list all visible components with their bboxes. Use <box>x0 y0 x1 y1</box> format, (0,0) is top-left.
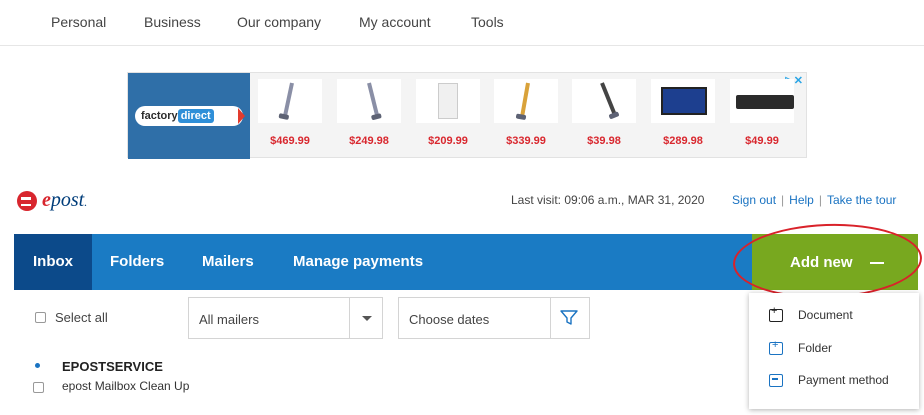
nav-our-company[interactable]: Our company <box>237 14 321 30</box>
epost-wordmark: epost. <box>42 189 88 211</box>
media-box-image <box>730 79 794 123</box>
nav-my-account[interactable]: My account <box>359 14 431 30</box>
stick-vacuum-image <box>337 79 401 123</box>
select-all-label: Select all <box>55 310 108 325</box>
product-vacuum-4[interactable]: $39.98 <box>568 79 640 155</box>
select-all-checkbox[interactable] <box>35 312 46 323</box>
logo-arrow-icon <box>238 108 245 124</box>
select-all-control[interactable]: Select all <box>35 310 108 325</box>
stick-vacuum-image <box>258 79 322 123</box>
menu-item-payment-method[interactable]: Payment method <box>749 366 919 396</box>
menu-item-label: Folder <box>798 341 833 355</box>
link-separator: | <box>818 193 822 207</box>
product-vacuum-1[interactable]: $469.99 <box>254 79 326 155</box>
logo-text-direct: direct <box>177 109 214 123</box>
product-price: $339.99 <box>506 135 546 147</box>
filter-funnel-icon[interactable] <box>560 310 578 326</box>
product-price: $39.98 <box>587 135 621 147</box>
canada-post-icon <box>17 191 37 211</box>
chevron-down-icon[interactable] <box>362 316 372 321</box>
date-divider <box>550 298 551 338</box>
product-price: $289.98 <box>663 135 703 147</box>
help-link[interactable]: Help <box>789 193 814 207</box>
add-new-menu: Document Folder Payment method <box>749 293 919 409</box>
inbox-item-sender[interactable]: EPOSTSERVICE <box>62 359 163 374</box>
menu-item-label: Document <box>798 308 853 322</box>
menu-item-document[interactable]: Document <box>749 301 919 331</box>
product-vacuum-3[interactable]: $339.99 <box>490 79 562 155</box>
document-add-icon <box>769 305 783 322</box>
nav-tools[interactable]: Tools <box>471 14 504 30</box>
tab-folders[interactable]: Folders <box>110 234 164 290</box>
inbox-item-checkbox[interactable] <box>33 382 44 393</box>
take-the-tour-link[interactable]: Take the tour <box>827 193 896 207</box>
mailers-dropdown[interactable]: All mailers <box>188 297 383 339</box>
product-price: $249.98 <box>349 135 389 147</box>
last-visit-text: Last visit: 09:06 a.m., MAR 31, 2020 <box>511 193 705 207</box>
payment-card-icon <box>769 374 783 387</box>
tab-mailers[interactable]: Mailers <box>202 234 254 290</box>
advertisement-banner[interactable]: factory direct ▷✕ $469.99 $249.98 $209.99… <box>127 72 807 159</box>
mailers-dropdown-value: All mailers <box>199 312 259 327</box>
sign-out-link[interactable]: Sign out <box>732 193 776 207</box>
top-navigation: Personal Business Our company My account… <box>0 0 924 46</box>
inbox-item-subject[interactable]: epost Mailbox Clean Up <box>62 379 189 393</box>
menu-item-folder[interactable]: Folder <box>749 334 919 364</box>
product-media-box[interactable]: $49.99 <box>726 79 798 155</box>
factory-direct-logo[interactable]: factory direct <box>128 73 250 159</box>
product-price: $209.99 <box>428 135 468 147</box>
logo-text-factory: factory <box>141 110 178 122</box>
main-tab-bar: Inbox Folders Mailers Manage payments <box>14 234 752 290</box>
product-price: $469.99 <box>270 135 310 147</box>
product-vacuum-2[interactable]: $249.98 <box>333 79 405 155</box>
tab-manage-payments[interactable]: Manage payments <box>293 234 423 290</box>
nav-business[interactable]: Business <box>144 14 201 30</box>
television-image <box>651 79 715 123</box>
stick-vacuum-image <box>572 79 636 123</box>
stick-vacuum-image <box>494 79 558 123</box>
epost-page: Personal Business Our company My account… <box>0 0 924 415</box>
folder-add-icon <box>769 339 783 355</box>
menu-item-label: Payment method <box>798 373 889 387</box>
nav-personal[interactable]: Personal <box>51 14 106 30</box>
dropdown-divider <box>349 298 350 338</box>
white-appliance-image <box>416 79 480 123</box>
product-television[interactable]: $289.98 <box>647 79 719 155</box>
product-price: $49.99 <box>745 135 779 147</box>
choose-dates-placeholder: Choose dates <box>409 312 490 327</box>
product-appliance[interactable]: $209.99 <box>412 79 484 155</box>
epost-logo[interactable]: epost. <box>17 189 127 213</box>
header-links: Sign out | Help | Take the tour <box>732 193 896 207</box>
unread-dot-icon <box>35 363 40 368</box>
tab-inbox[interactable]: Inbox <box>14 234 92 290</box>
link-separator: | <box>781 193 785 207</box>
choose-dates-field[interactable]: Choose dates <box>398 297 590 339</box>
